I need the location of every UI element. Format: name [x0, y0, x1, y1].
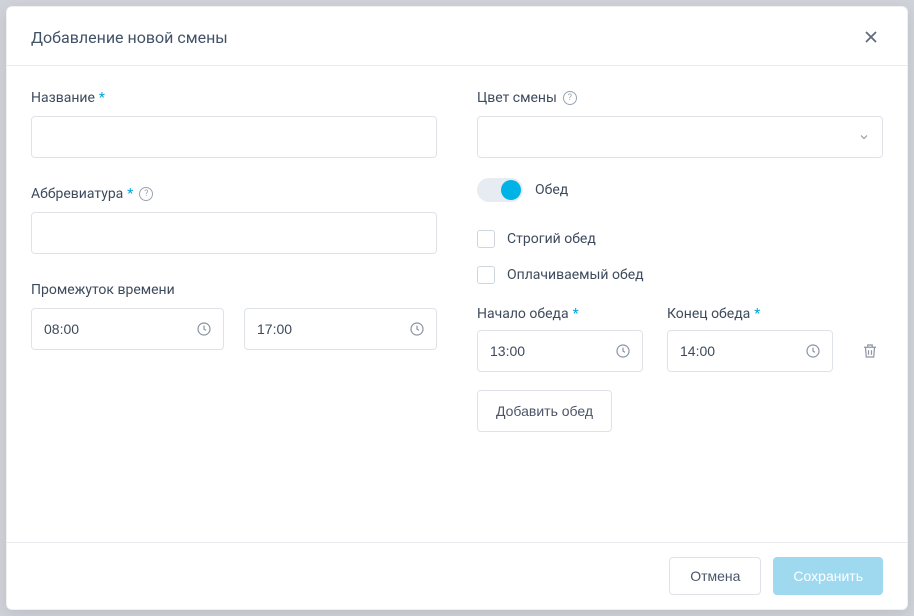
paid-lunch-checkbox[interactable]	[477, 266, 495, 284]
name-label-text: Название	[31, 90, 95, 106]
lunch-start-col: Начало обеда *	[477, 306, 643, 372]
modal-footer: Отмена Сохранить	[7, 542, 907, 609]
strict-lunch-row: Строгий обед	[477, 230, 883, 248]
save-button[interactable]: Сохранить	[773, 557, 883, 595]
required-indicator: *	[99, 90, 105, 106]
toggle-knob	[501, 180, 521, 200]
lunch-toggle-row: Обед	[477, 178, 883, 202]
color-label: Цвет смены ?	[477, 90, 883, 106]
abbr-field: Аббревиатура * ?	[31, 186, 437, 254]
abbr-label-text: Аббревиатура	[31, 186, 123, 202]
delete-lunch-button[interactable]	[857, 338, 883, 367]
close-button[interactable]	[859, 25, 883, 49]
cancel-button[interactable]: Отмена	[669, 557, 761, 595]
lunch-end-label: Конец обеда *	[667, 306, 833, 322]
abbr-label: Аббревиатура * ?	[31, 186, 437, 202]
help-icon[interactable]: ?	[563, 91, 577, 105]
timerange-label: Промежуток времени	[31, 282, 437, 298]
add-shift-modal: Добавление новой смены Название * Аббрев…	[6, 6, 908, 610]
required-indicator: *	[573, 306, 579, 322]
lunch-start-wrap	[477, 330, 643, 372]
time-start-input[interactable]	[31, 308, 224, 350]
modal-title: Добавление новой смены	[31, 28, 228, 47]
paid-lunch-row: Оплачиваемый обед	[477, 266, 883, 284]
lunch-end-label-text: Конец обеда	[667, 306, 750, 322]
strict-lunch-checkbox[interactable]	[477, 230, 495, 248]
help-icon[interactable]: ?	[139, 187, 153, 201]
name-field: Название *	[31, 90, 437, 158]
timerange-label-text: Промежуток времени	[31, 282, 175, 298]
trash-icon	[861, 342, 879, 360]
lunch-toggle[interactable]	[477, 178, 523, 202]
time-start-wrap	[31, 308, 224, 350]
color-select[interactable]	[477, 116, 883, 158]
lunch-toggle-label: Обед	[535, 182, 568, 198]
time-end-input[interactable]	[244, 308, 437, 350]
lunch-end-col: Конец обеда *	[667, 306, 833, 372]
strict-lunch-label: Строгий обед	[507, 231, 596, 247]
name-label: Название *	[31, 90, 437, 106]
abbr-input[interactable]	[31, 212, 437, 254]
required-indicator: *	[754, 306, 760, 322]
chevron-down-icon	[858, 131, 870, 143]
lunch-end-input[interactable]	[667, 330, 833, 372]
add-lunch-button[interactable]: Добавить обед	[477, 390, 612, 432]
right-column: Цвет смены ? Обед Строгий обед	[477, 90, 883, 542]
lunch-start-label-text: Начало обеда	[477, 306, 569, 322]
left-column: Название * Аббревиатура * ? Промежуток в…	[31, 90, 437, 542]
lunch-start-input[interactable]	[477, 330, 643, 372]
time-end-wrap	[244, 308, 437, 350]
lunch-start-label: Начало обеда *	[477, 306, 643, 322]
required-indicator: *	[127, 186, 133, 202]
color-label-text: Цвет смены	[477, 90, 557, 106]
time-row	[31, 308, 437, 350]
lunch-end-wrap	[667, 330, 833, 372]
close-icon	[863, 29, 879, 45]
name-input[interactable]	[31, 116, 437, 158]
paid-lunch-label: Оплачиваемый обед	[507, 267, 644, 283]
timerange-field: Промежуток времени	[31, 282, 437, 350]
modal-body: Название * Аббревиатура * ? Промежуток в…	[7, 66, 907, 542]
color-field: Цвет смены ?	[477, 90, 883, 158]
lunch-times-row: Начало обеда * Конец обеда *	[477, 306, 883, 372]
modal-header: Добавление новой смены	[7, 7, 907, 66]
